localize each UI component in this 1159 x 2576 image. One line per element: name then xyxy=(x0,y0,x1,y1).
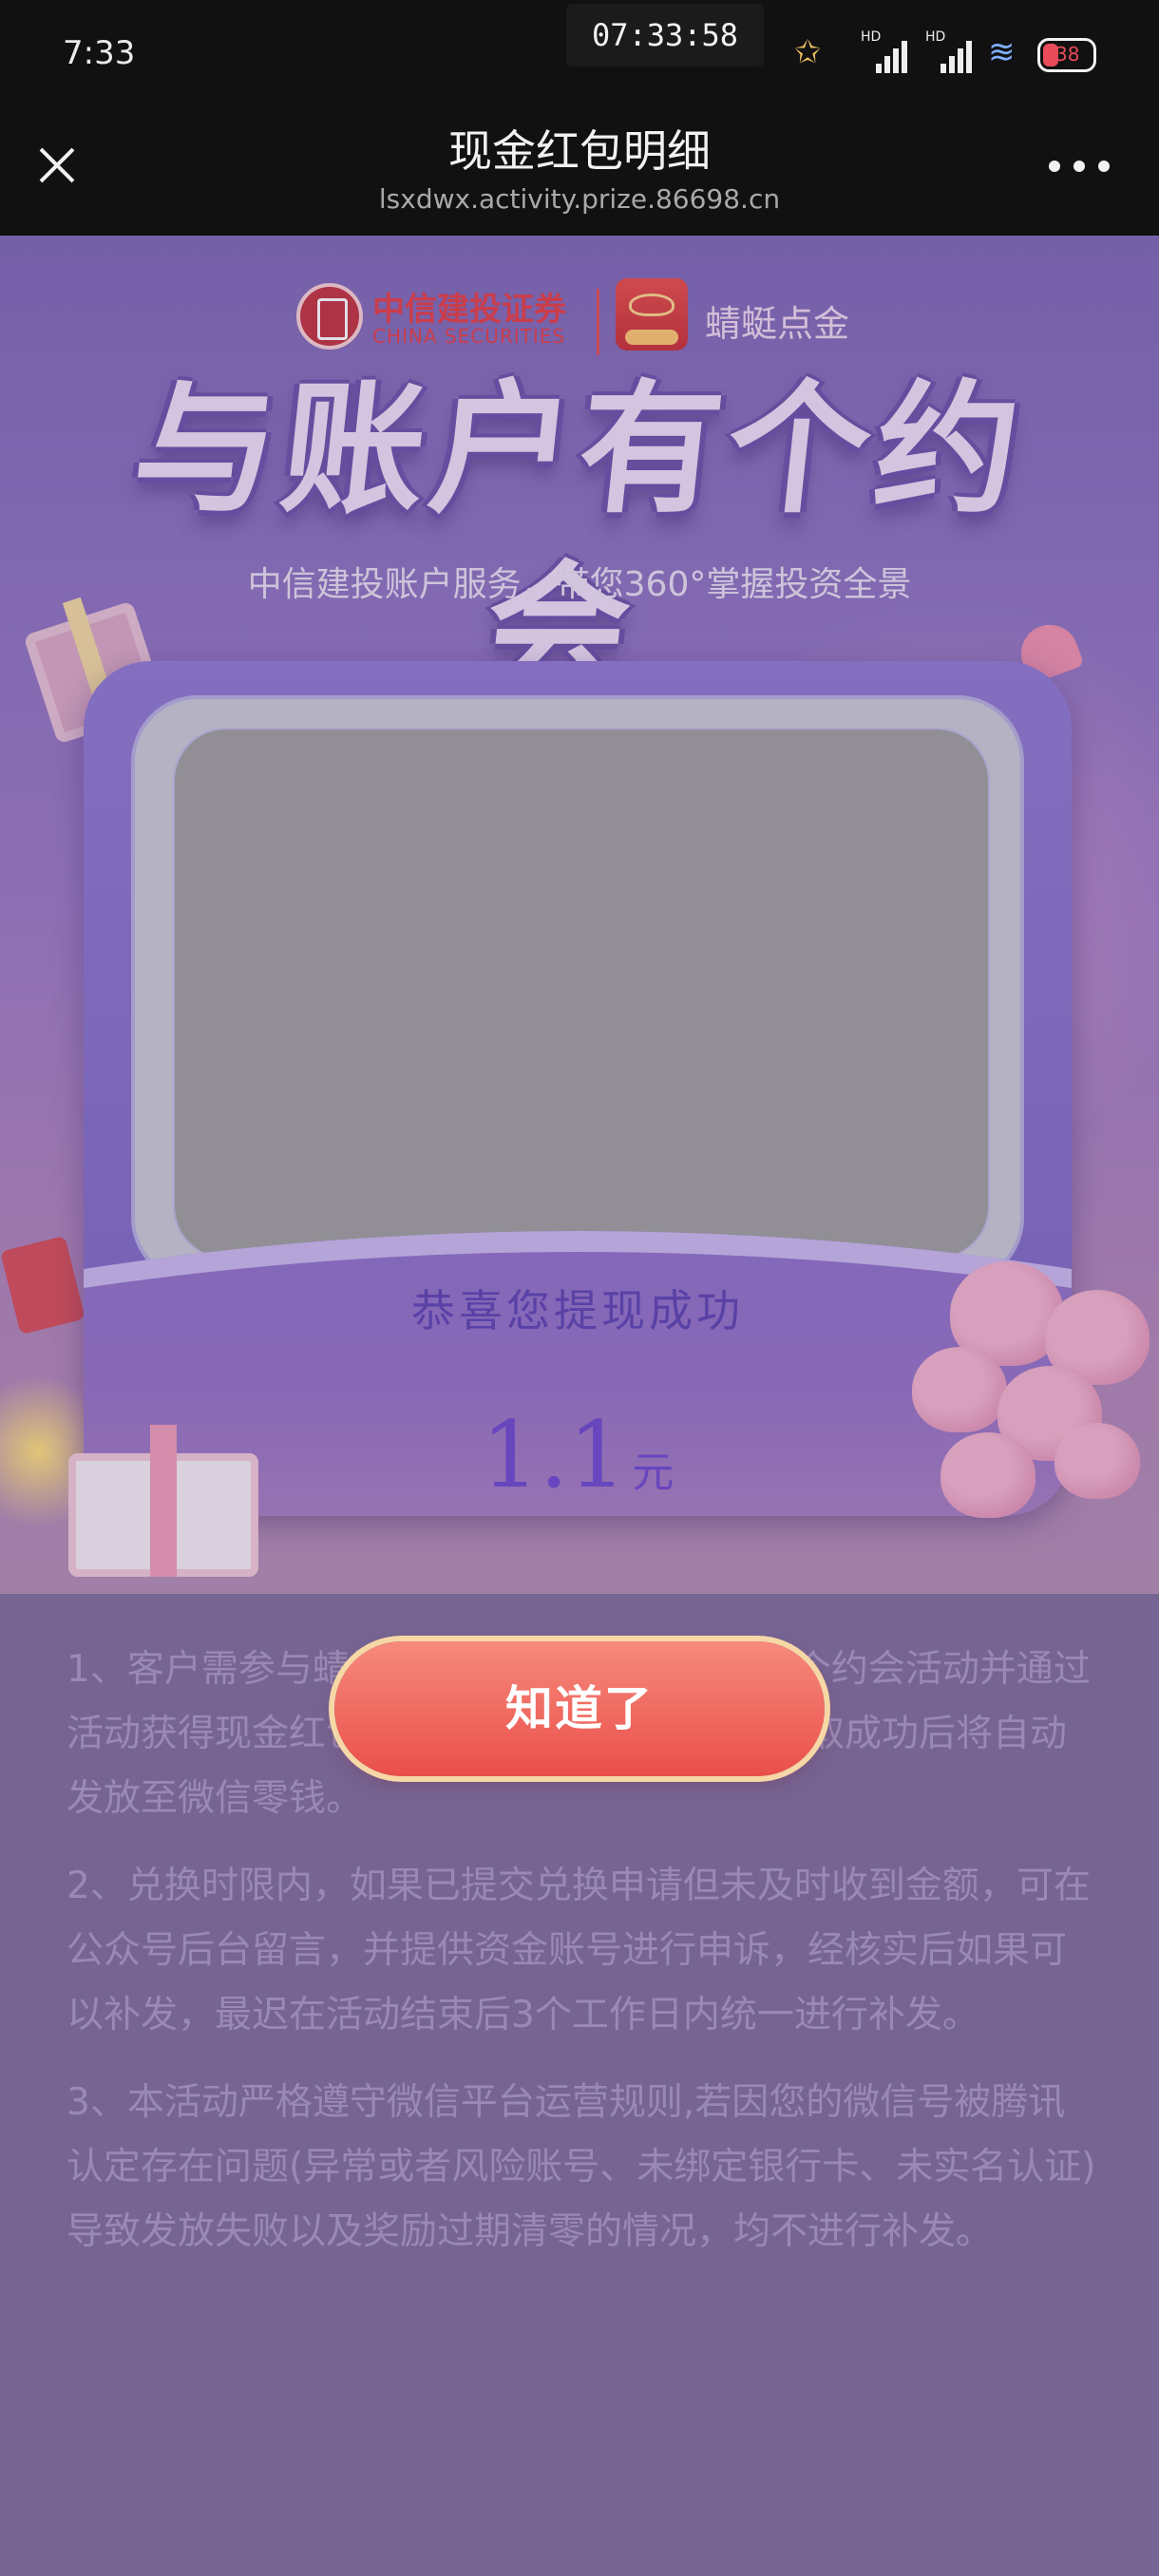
signal-icon-2: HD xyxy=(923,29,973,73)
status-icons: ✩ HD HD ≋ xyxy=(794,28,1037,76)
brand-divider xyxy=(597,289,599,355)
amount-unit: 元 xyxy=(632,1449,674,1497)
red-envelope-icon xyxy=(0,1235,86,1335)
banner-title: 与账户有个约会 xyxy=(125,366,1034,713)
page-title: 现金红包明细 xyxy=(448,125,711,177)
card-inner-frame xyxy=(131,695,1024,1284)
citic-logo-icon xyxy=(296,283,363,350)
got-it-button[interactable]: 知道了 xyxy=(334,1641,825,1776)
webview-header: 现金红包明细 lsxdwx.activity.prize.86698.cn xyxy=(0,109,1159,236)
gift-box-bottom-icon xyxy=(68,1425,258,1577)
rule-item: 2、兑换时限内，如果已提交兑换申请但未及时收到金额，可在公众号后台留言，并提供资… xyxy=(66,1865,1091,2036)
battery-icon: 38 xyxy=(1037,38,1096,72)
amount-value: 1.1 xyxy=(481,1402,627,1508)
status-clock: 07:33:58 xyxy=(566,4,764,66)
wifi-icon: ≋ xyxy=(988,33,1016,71)
more-options-button[interactable] xyxy=(1049,157,1110,176)
dragonfly-app-icon xyxy=(616,278,688,350)
app-name: 蜻蜓点金 xyxy=(705,303,850,345)
brand-name-en: CHINA SECURITIES xyxy=(372,325,566,348)
hero-banner: 中信建投证券 CHINA SECURITIES 蜻蜓点金 与账户有个约会 中信建… xyxy=(0,236,1159,1594)
heart-balloons-icon xyxy=(912,1261,1159,1546)
page-url: lsxdwx.activity.prize.86698.cn xyxy=(378,183,781,215)
rule-item: 3、本活动严格遵守微信平台运营规则,若因您的微信号被腾讯认定存在问题(异常或者风… xyxy=(66,2081,1096,2253)
notification-icon: ✩ xyxy=(794,33,822,71)
signal-icon-1: HD xyxy=(859,29,908,73)
card-screen xyxy=(173,728,990,1260)
status-time: 7:33 xyxy=(63,34,136,72)
brand-name-cn: 中信建投证券 xyxy=(372,291,566,329)
status-bar: 7:33 07:33:58 ✩ HD HD ≋ 38 xyxy=(0,0,1159,109)
banner-subtitle: 中信建投账户服务，带您360°掌握投资全景 xyxy=(247,565,912,604)
brand-row: 中信建投证券 CHINA SECURITIES 蜻蜓点金 xyxy=(0,255,1159,355)
